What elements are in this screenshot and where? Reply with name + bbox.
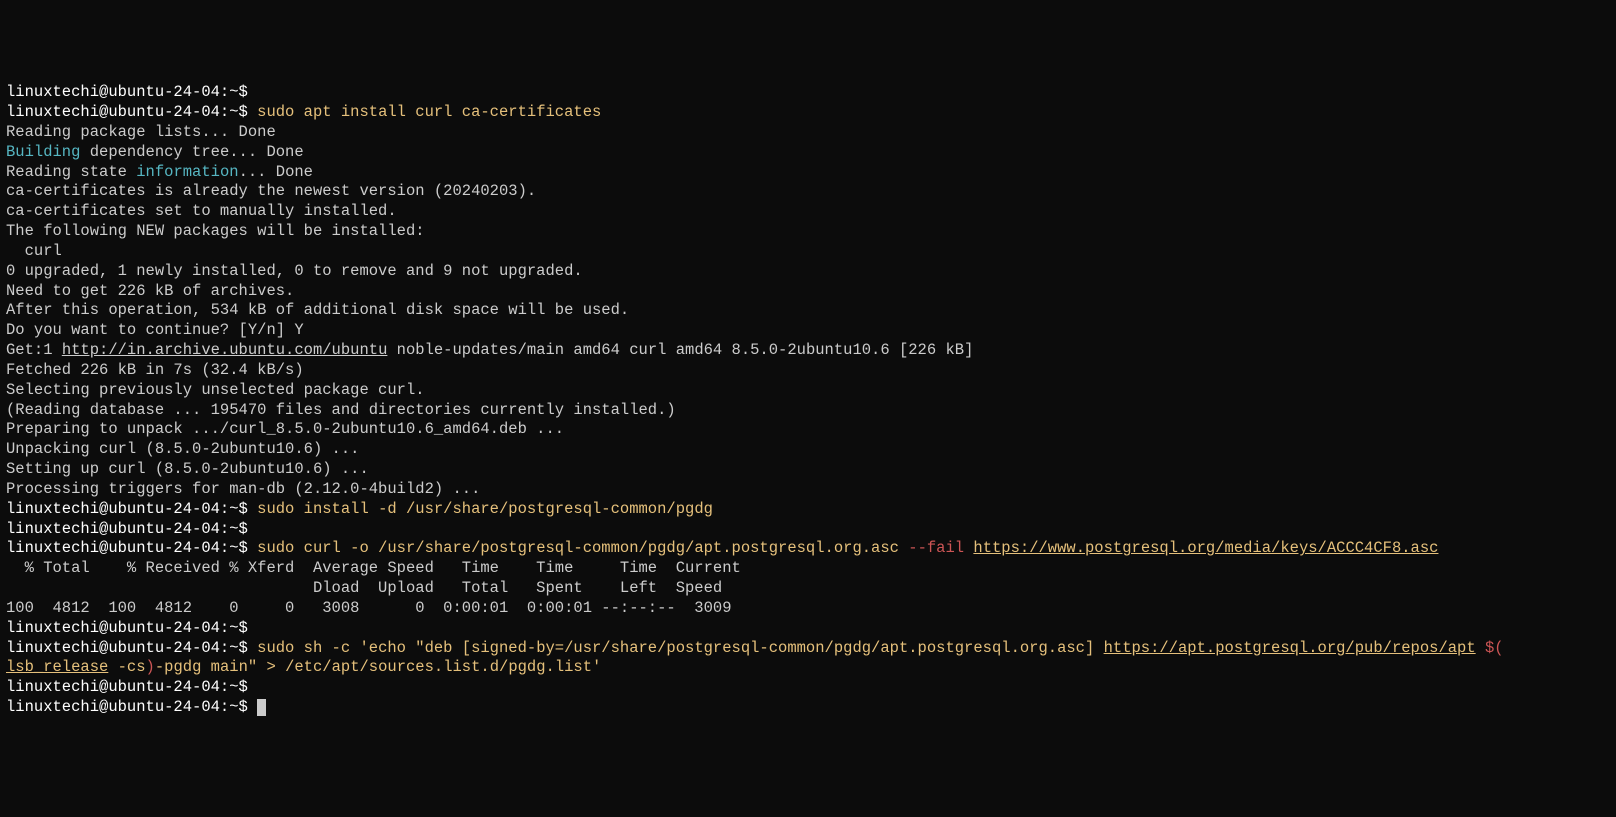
- shell-prompt: linuxtechi@ubuntu-24-04:~$: [6, 639, 248, 657]
- output-text: The following NEW packages will be insta…: [6, 222, 425, 240]
- terminal-line: ca-certificates set to manually installe…: [6, 202, 1610, 222]
- output-text: Unpacking curl (8.5.0-2ubuntu10.6) ...: [6, 440, 359, 458]
- terminal-line: After this operation, 534 kB of addition…: [6, 301, 1610, 321]
- output-text: dependency tree... Done: [80, 143, 303, 161]
- command-text: [1476, 639, 1485, 657]
- output-text: Processing triggers for man-db (2.12.0-4…: [6, 480, 480, 498]
- output-text: Dload Upload Total Spent Left Speed: [6, 579, 722, 597]
- command-text: sudo sh -c 'echo "deb [signed-by=/usr/sh…: [248, 639, 1104, 657]
- shell-prompt: linuxtechi@ubuntu-24-04:~$: [6, 698, 257, 716]
- terminal-line: Preparing to unpack .../curl_8.5.0-2ubun…: [6, 420, 1610, 440]
- output-text: Selecting previously unselected package …: [6, 381, 425, 399]
- terminal-line: linuxtechi@ubuntu-24-04:~$ sudo install …: [6, 500, 1610, 520]
- terminal-line: Reading package lists... Done: [6, 123, 1610, 143]
- output-text: Need to get 226 kB of archives.: [6, 282, 294, 300]
- terminal-line: linuxtechi@ubuntu-24-04:~$: [6, 520, 1610, 540]
- output-text: lsb_release: [6, 658, 108, 676]
- output-text: ... Done: [239, 163, 313, 181]
- terminal-line: linuxtechi@ubuntu-24-04:~$ sudo apt inst…: [6, 103, 1610, 123]
- shell-prompt: linuxtechi@ubuntu-24-04:~$: [6, 619, 248, 637]
- terminal-line: Get:1 http://in.archive.ubuntu.com/ubunt…: [6, 341, 1610, 361]
- terminal-line: ca-certificates is already the newest ve…: [6, 182, 1610, 202]
- terminal-line: Fetched 226 kB in 7s (32.4 kB/s): [6, 361, 1610, 381]
- output-text: ca-certificates is already the newest ve…: [6, 182, 536, 200]
- output-text: 100 4812 100 4812 0 0 3008 0 0:00:01 0:0…: [6, 599, 732, 617]
- terminal-line: 100 4812 100 4812 0 0 3008 0 0:00:01 0:0…: [6, 599, 1610, 619]
- terminal-line: Setting up curl (8.5.0-2ubuntu10.6) ...: [6, 460, 1610, 480]
- terminal-line: linuxtechi@ubuntu-24-04:~$: [6, 678, 1610, 698]
- terminal-line: linuxtechi@ubuntu-24-04:~$: [6, 619, 1610, 639]
- command-text: https://apt.postgresql.org/pub/repos/apt: [1104, 639, 1476, 657]
- output-text: Get:1: [6, 341, 62, 359]
- command-text: sudo install -d /usr/share/postgresql-co…: [248, 500, 713, 518]
- terminal-line: Dload Upload Total Spent Left Speed: [6, 579, 1610, 599]
- output-text: curl: [6, 242, 62, 260]
- output-text: (Reading database ... 195470 files and d…: [6, 401, 676, 419]
- terminal-line: curl: [6, 242, 1610, 262]
- output-text: -cs: [108, 658, 145, 676]
- output-text: % Total % Received % Xferd Average Speed…: [6, 559, 741, 577]
- terminal-line: 0 upgraded, 1 newly installed, 0 to remo…: [6, 262, 1610, 282]
- command-text: sudo apt install curl ca-certificates: [248, 103, 601, 121]
- terminal-line: linuxtechi@ubuntu-24-04:~$: [6, 83, 1610, 103]
- output-text: Reading package lists... Done: [6, 123, 276, 141]
- output-text: 0 upgraded, 1 newly installed, 0 to remo…: [6, 262, 583, 280]
- output-text: noble-updates/main amd64 curl amd64 8.5.…: [387, 341, 973, 359]
- output-text: Reading state: [6, 163, 136, 181]
- terminal-line: Unpacking curl (8.5.0-2ubuntu10.6) ...: [6, 440, 1610, 460]
- command-text: --fail: [908, 539, 964, 557]
- terminal-line: Reading state information... Done: [6, 163, 1610, 183]
- command-text: $(: [1485, 639, 1504, 657]
- output-text: http://in.archive.ubuntu.com/ubuntu: [62, 341, 388, 359]
- terminal-line: (Reading database ... 195470 files and d…: [6, 401, 1610, 421]
- output-text: Preparing to unpack .../curl_8.5.0-2ubun…: [6, 420, 564, 438]
- terminal-line: linuxtechi@ubuntu-24-04:~$ sudo sh -c 'e…: [6, 639, 1610, 659]
- cursor: [257, 699, 266, 716]
- command-text: [964, 539, 973, 557]
- terminal-line: linuxtechi@ubuntu-24-04:~$ sudo curl -o …: [6, 539, 1610, 559]
- terminal-line: Selecting previously unselected package …: [6, 381, 1610, 401]
- output-text: -pgdg main" > /etc/apt/sources.list.d/pg…: [155, 658, 601, 676]
- shell-prompt: linuxtechi@ubuntu-24-04:~$: [6, 500, 248, 518]
- terminal-line: Do you want to continue? [Y/n] Y: [6, 321, 1610, 341]
- output-text: Do you want to continue? [Y/n] Y: [6, 321, 304, 339]
- shell-prompt: linuxtechi@ubuntu-24-04:~$: [6, 520, 248, 538]
- output-text: Building: [6, 143, 80, 161]
- output-text: ca-certificates set to manually installe…: [6, 202, 397, 220]
- terminal-output[interactable]: linuxtechi@ubuntu-24-04:~$linuxtechi@ubu…: [6, 83, 1610, 718]
- output-text: After this operation, 534 kB of addition…: [6, 301, 629, 319]
- command-text: sudo curl -o /usr/share/postgresql-commo…: [248, 539, 908, 557]
- output-text: ): [146, 658, 155, 676]
- terminal-line: lsb_release -cs)-pgdg main" > /etc/apt/s…: [6, 658, 1610, 678]
- command-text: https://www.postgresql.org/media/keys/AC…: [973, 539, 1438, 557]
- shell-prompt: linuxtechi@ubuntu-24-04:~$: [6, 83, 248, 101]
- terminal-line: Building dependency tree... Done: [6, 143, 1610, 163]
- terminal-line: linuxtechi@ubuntu-24-04:~$: [6, 698, 1610, 718]
- output-text: Setting up curl (8.5.0-2ubuntu10.6) ...: [6, 460, 369, 478]
- output-text: Fetched 226 kB in 7s (32.4 kB/s): [6, 361, 304, 379]
- shell-prompt: linuxtechi@ubuntu-24-04:~$: [6, 103, 248, 121]
- shell-prompt: linuxtechi@ubuntu-24-04:~$: [6, 539, 248, 557]
- terminal-line: Need to get 226 kB of archives.: [6, 282, 1610, 302]
- terminal-line: The following NEW packages will be insta…: [6, 222, 1610, 242]
- output-text: information: [136, 163, 238, 181]
- terminal-line: % Total % Received % Xferd Average Speed…: [6, 559, 1610, 579]
- terminal-line: Processing triggers for man-db (2.12.0-4…: [6, 480, 1610, 500]
- shell-prompt: linuxtechi@ubuntu-24-04:~$: [6, 678, 248, 696]
